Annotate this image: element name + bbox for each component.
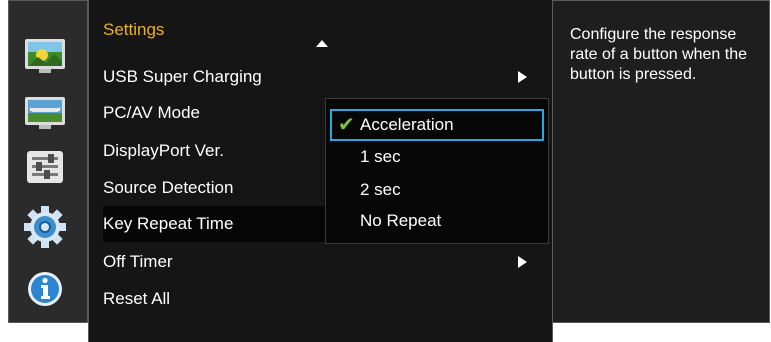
help-description-panel: Configure the response rate of a button … — [553, 0, 770, 323]
help-text: Configure the response rate of a button … — [570, 26, 748, 83]
option-label: 1 sec — [360, 147, 401, 166]
option-label: No Repeat — [360, 211, 442, 230]
category-icon-bar — [8, 0, 88, 323]
option-no-repeat[interactable]: No Repeat — [330, 205, 544, 237]
menu-title: Settings — [103, 20, 165, 39]
key-repeat-options-popup: ✔ Acceleration 1 sec 2 sec No Repeat — [325, 98, 549, 244]
onscreen-display-icon[interactable] — [22, 93, 68, 133]
menu-item-off-timer[interactable]: Off Timer — [103, 244, 313, 280]
menu-item-pc-av-mode[interactable]: PC/AV Mode — [103, 95, 313, 131]
osd-menu: Settings USB Super Charging PC/AV Mode D… — [8, 0, 770, 342]
menu-item-displayport-ver[interactable]: DisplayPort Ver. — [103, 133, 313, 169]
information-icon[interactable] — [22, 269, 68, 309]
settings-menu-panel: Settings USB Super Charging PC/AV Mode D… — [88, 0, 553, 342]
option-2-sec[interactable]: 2 sec — [330, 174, 544, 206]
option-acceleration[interactable]: ✔ Acceleration — [330, 109, 544, 141]
option-label: Acceleration — [360, 115, 454, 134]
option-label: 2 sec — [360, 180, 401, 199]
menu-item-usb-super-charging[interactable]: USB Super Charging — [103, 59, 313, 95]
menu-item-label: Reset All — [103, 289, 171, 308]
option-1-sec[interactable]: 1 sec — [330, 141, 544, 173]
menu-item-source-detection[interactable]: Source Detection — [103, 170, 313, 206]
menu-item-label: Key Repeat Time — [103, 214, 234, 233]
menu-item-reset-all[interactable]: Reset All — [103, 281, 313, 317]
menu-item-label: Source Detection — [103, 178, 234, 197]
menu-item-label: DisplayPort Ver. — [103, 141, 224, 160]
checkmark-icon: ✔ — [338, 114, 355, 136]
picture-icon[interactable] — [22, 37, 68, 77]
menu-item-label: USB Super Charging — [103, 67, 262, 86]
menu-item-label: Off Timer — [103, 252, 173, 271]
settings-gear-icon[interactable] — [22, 205, 68, 248]
scroll-up-arrow-icon[interactable] — [316, 40, 328, 47]
menu-item-label: PC/AV Mode — [103, 103, 201, 122]
setup-icon[interactable] — [22, 147, 68, 187]
submenu-arrow-icon — [518, 71, 527, 83]
menu-item-key-repeat-time[interactable]: Key Repeat Time — [103, 206, 325, 242]
submenu-arrow-icon — [518, 256, 527, 268]
